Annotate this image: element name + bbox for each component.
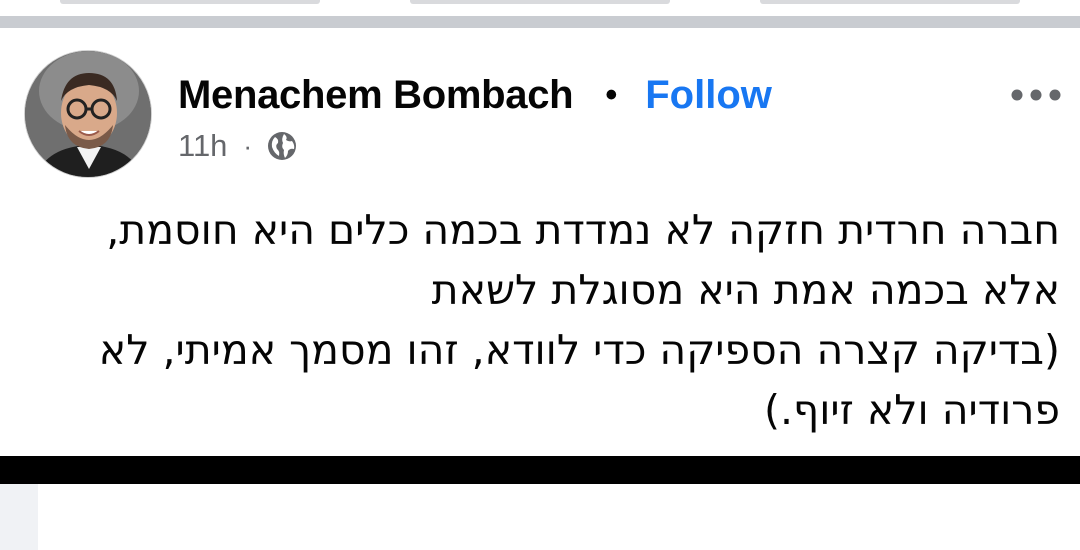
follow-button[interactable]: Follow [645, 73, 772, 118]
globe-icon[interactable] [266, 130, 298, 162]
post-card: Menachem Bombach • Follow 11h · חברה חרד… [0, 28, 1080, 456]
post-meta: 11h · [178, 126, 298, 166]
previous-post-button-edge [60, 0, 320, 4]
more-options-icon[interactable] [1010, 88, 1062, 102]
next-post-area [0, 484, 1080, 550]
post-body-text: חברה חרדית חזקה לא נמדדת בכמה כלים היא ח… [98, 206, 1060, 434]
meta-separator: · [243, 130, 253, 161]
author-name[interactable]: Menachem Bombach [178, 73, 574, 118]
avatar-portrait [25, 51, 151, 177]
separator-dot: • [605, 75, 618, 114]
previous-post-button-edge [760, 0, 1020, 4]
post-header: Menachem Bombach • Follow [178, 70, 772, 120]
avatar[interactable] [24, 50, 152, 178]
previous-post-button-edge [410, 0, 670, 4]
post-timestamp[interactable]: 11h [178, 128, 227, 164]
feed-divider [0, 16, 1080, 28]
next-post-edge [0, 484, 38, 550]
post-separator-bar [0, 456, 1080, 484]
